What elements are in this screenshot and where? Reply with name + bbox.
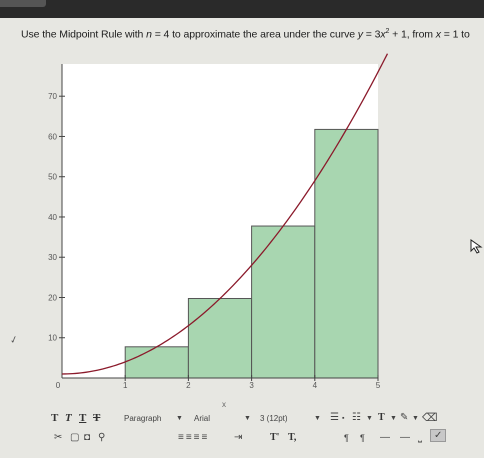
y-tick-label-50: 50 (48, 173, 57, 182)
midpoint-rectangle-3 (251, 225, 316, 379)
x-tick-label-2: 2 (186, 381, 191, 390)
bullet-list-icon[interactable]: ☰ (330, 412, 339, 423)
paragraph-caret-icon[interactable]: ▼ (176, 415, 183, 422)
dash-icon[interactable]: — (400, 432, 410, 443)
italic-t-button[interactable]: T (65, 412, 72, 424)
x-tick-label-3: 3 (249, 381, 254, 390)
y-tick-label-40: 40 (48, 213, 57, 222)
paste-icon[interactable]: ◘ (84, 432, 90, 443)
rich-text-toolbar: T T T T Paragraph ▼ Arial ▼ 3 (12pt) ▼ ☰… (48, 408, 484, 458)
y-tick-label-60: 60 (48, 132, 57, 141)
question-tab[interactable] (0, 0, 46, 7)
y-tick-label-30: 30 (48, 253, 57, 262)
highlight-pen-icon[interactable]: ✎ (400, 412, 408, 423)
midpoint-rectangle-2 (187, 297, 253, 379)
prompt-text-3: = 3 (362, 28, 381, 41)
text-color-icon[interactable]: T (378, 412, 385, 423)
find-icon[interactable]: ⚲ (98, 432, 105, 443)
space-icon[interactable]: ⎵ (418, 432, 422, 443)
bold-t-button[interactable]: T (51, 412, 58, 424)
strike-t-button[interactable]: T (93, 412, 100, 424)
paragraph-select[interactable]: Paragraph (124, 414, 161, 423)
x-tick-label-0: 0 (56, 381, 61, 390)
size-select[interactable]: 3 (12pt) (260, 414, 288, 423)
horizontal-rule-icon[interactable]: — (380, 432, 390, 443)
y-tick-label-20: 20 (48, 293, 57, 302)
question-prompt: Use the Midpoint Rule with n = 4 to appr… (21, 28, 470, 41)
cut-icon[interactable]: ✂ (54, 432, 62, 443)
align-buttons-icon[interactable]: ≡≡≡≡ (178, 432, 209, 443)
copy-icon[interactable]: ▢ (70, 432, 79, 443)
numbered-list-icon[interactable]: ☷ (352, 412, 361, 423)
spellcheck-icon[interactable]: ✓ (430, 429, 447, 442)
underline-t-button[interactable]: T (79, 412, 86, 424)
x-tick-label-5: 5 (376, 381, 381, 390)
x-tick-label-1: 1 (123, 381, 128, 390)
prompt-text-5: = 1 to (440, 28, 470, 41)
eraser-icon[interactable]: ⌫ (422, 411, 438, 424)
highlight-caret-icon[interactable]: ▼ (412, 415, 419, 422)
midpoint-rule-graph: 10 20 30 40 50 60 70 0 1 2 3 4 5 (48, 53, 389, 390)
paragraph-mark-icon[interactable]: ¶ (344, 433, 349, 443)
bullet-caret-icon[interactable]: ▪ (342, 415, 344, 422)
x-tick-label-4: 4 (313, 381, 318, 390)
subscript-button[interactable]: T, (288, 432, 296, 443)
y-tick-label-70: 70 (48, 92, 57, 101)
prompt-text-2: = 4 to approximate the area under the cu… (151, 28, 358, 41)
y-tick-label-10: 10 (48, 334, 57, 343)
midpoint-rectangle-1 (124, 346, 189, 379)
prompt-text-1: Use the Midpoint Rule with (21, 28, 147, 41)
paragraph-rtl-icon[interactable]: ¶ (360, 433, 365, 443)
numbered-caret-icon[interactable]: ▼ (366, 415, 373, 422)
font-select[interactable]: Arial (194, 414, 210, 423)
mouse-cursor-icon (470, 239, 483, 254)
size-caret-icon[interactable]: ▼ (314, 415, 321, 422)
indent-icon[interactable]: ⇥ (234, 432, 242, 443)
superscript-button[interactable]: T' (270, 432, 279, 443)
text-color-caret-icon[interactable]: ▼ (390, 415, 397, 422)
font-caret-icon[interactable]: ▼ (244, 415, 251, 422)
prompt-text-4: + 1, from (389, 28, 436, 41)
browser-top-bar (0, 0, 484, 18)
